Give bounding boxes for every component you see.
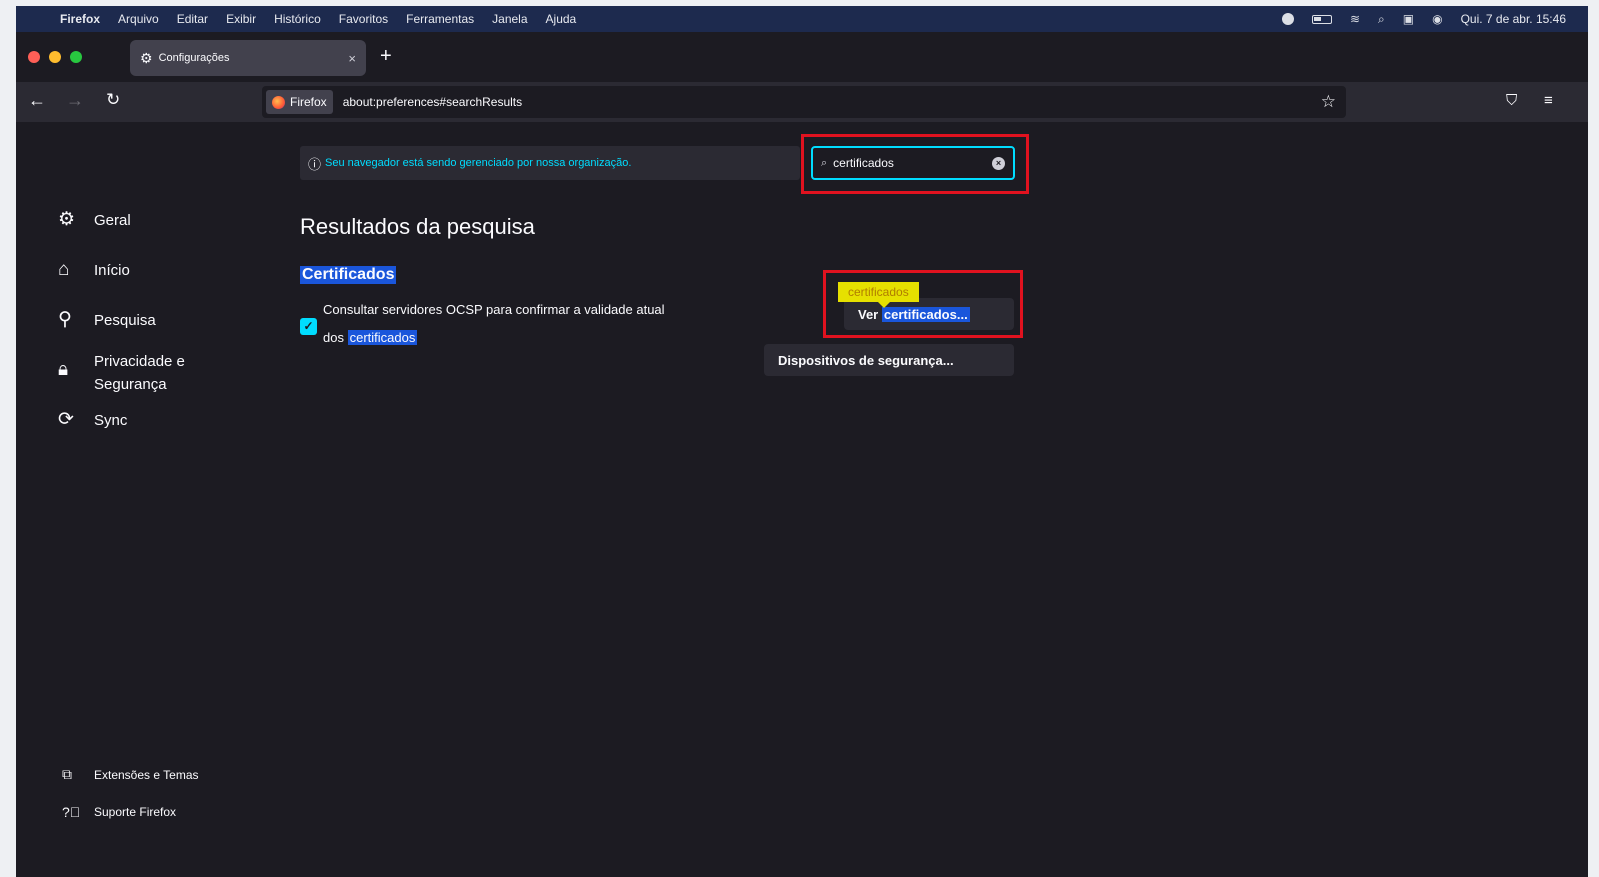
search-icon: ⚲: [58, 309, 72, 330]
sidebar-item-geral[interactable]: ⚙ Geral: [58, 210, 131, 232]
menubar-item-arquivo[interactable]: Arquivo: [118, 12, 159, 26]
page-title: Resultados da pesquisa: [300, 214, 535, 239]
gear-icon: ⚙: [58, 209, 76, 230]
sidebar-item-label: Sync: [94, 412, 128, 429]
wifi-icon[interactable]: ≋: [1350, 12, 1360, 26]
menubar-item-favoritos[interactable]: Favoritos: [339, 12, 388, 26]
menubar-item-exibir[interactable]: Exibir: [226, 12, 256, 26]
ocsp-label[interactable]: Consultar servidores OCSP para confirmar…: [323, 302, 665, 317]
sidebar-item-suporte[interactable]: ?⃝ Suporte Firefox: [62, 804, 176, 820]
screen: Firefox Arquivo Editar Exibir Histórico …: [16, 6, 1588, 877]
tab-strip: ⚙ Configurações × +: [16, 32, 1588, 82]
minimize-window-button[interactable]: [49, 51, 61, 63]
firefox-logo-icon: [272, 95, 285, 109]
battery-icon[interactable]: [1311, 14, 1332, 24]
forward-arrow-icon[interactable]: →: [66, 90, 84, 111]
display-icon[interactable]: ▣: [1403, 12, 1414, 26]
hamburger-menu-icon[interactable]: ≡: [1544, 92, 1553, 109]
sidebar-item-label: Geral: [94, 212, 131, 229]
sidebar-item-label: Privacidade e Segurança: [94, 353, 185, 393]
view-certificates-prefix: Ver: [858, 306, 879, 322]
search-match-tooltip: certificados: [838, 282, 919, 308]
info-icon: ⓘ: [308, 156, 322, 172]
url-text[interactable]: about:preferences#searchResults: [343, 95, 522, 109]
menubar-item-editar[interactable]: Editar: [177, 12, 208, 26]
clear-search-icon[interactable]: ×: [992, 156, 1005, 170]
macos-menubar: Firefox Arquivo Editar Exibir Histórico …: [16, 6, 1588, 32]
siri-icon[interactable]: ◉: [1432, 12, 1442, 26]
close-window-button[interactable]: [28, 51, 40, 63]
menubar-app-name[interactable]: Firefox: [60, 12, 100, 26]
sidebar-item-label: Início: [94, 262, 130, 279]
window-controls: [28, 51, 82, 63]
sidebar-item-inicio[interactable]: ⌂ Início: [58, 260, 130, 282]
sidebar-item-label: Suporte Firefox: [94, 805, 177, 819]
bookmark-star-icon[interactable]: ☆: [1321, 92, 1336, 112]
sidebar-item-pesquisa[interactable]: ⚲ Pesquisa: [58, 310, 156, 332]
view-certificates-button[interactable]: Ver certificados...: [844, 298, 1014, 330]
help-icon: ?⃝: [62, 804, 81, 820]
sidebar-item-label: Extensões e Temas: [94, 767, 199, 782]
ocsp-checkbox[interactable]: ✓: [300, 318, 317, 335]
sidebar-item-privacidade[interactable]: 🔒︎ Privacidade e Segurança: [58, 350, 214, 396]
menubar-item-janela[interactable]: Janela: [492, 12, 527, 26]
reload-icon[interactable]: ↻: [106, 90, 120, 110]
search-icon: ⌕: [821, 156, 828, 169]
lock-icon: 🔒︎: [58, 359, 69, 380]
sidebar-item-sync[interactable]: ⟳ Sync: [58, 410, 127, 432]
spotlight-search-icon[interactable]: ⌕: [1378, 12, 1385, 27]
sidebar-item-extensoes[interactable]: ⧉ Extensões e Temas: [62, 766, 199, 783]
menubar-item-ajuda[interactable]: Ajuda: [546, 12, 577, 26]
menubar-item-ferramentas[interactable]: Ferramentas: [406, 12, 474, 26]
identity-label: Firefox: [290, 95, 327, 109]
home-icon: ⌂: [58, 259, 70, 280]
puzzle-icon: ⧉: [62, 766, 72, 782]
search-highlight: certificados...: [881, 306, 970, 322]
tab-title: Configurações: [158, 52, 230, 64]
new-tab-button[interactable]: +: [380, 45, 392, 68]
url-bar[interactable]: Firefox about:preferences#searchResults …: [262, 86, 1346, 118]
gear-icon: ⚙: [140, 49, 153, 66]
identity-box[interactable]: Firefox: [266, 90, 333, 114]
back-arrow-icon[interactable]: ←: [28, 90, 46, 111]
sync-icon: ⟳: [58, 409, 74, 430]
menubar-clock[interactable]: Qui. 7 de abr. 15:46: [1461, 12, 1566, 26]
status-app-icon[interactable]: [1281, 13, 1294, 25]
managed-banner-text[interactable]: Seu navegador está sendo gerenciado por …: [325, 157, 631, 169]
preferences-search-input[interactable]: ⌕ certificados ×: [811, 146, 1015, 180]
ocsp-label-continued[interactable]: dos certificados: [323, 330, 418, 345]
managed-by-organization-banner[interactable]: ⓘ Seu navegador está sendo gerenciado po…: [300, 146, 800, 180]
search-value[interactable]: certificados: [833, 156, 894, 170]
sidebar-item-label: Pesquisa: [94, 312, 156, 329]
navigation-toolbar: ← → ↻ Firefox about:preferences#searchRe…: [16, 82, 1588, 122]
tab-configuracoes[interactable]: ⚙ Configurações ×: [130, 40, 366, 76]
ocsp-prefix: dos: [323, 330, 344, 345]
menubar-status-area: ≋ ⌕ ▣ ◉ Qui. 7 de abr. 15:46: [1281, 12, 1588, 27]
preferences-content: ⓘ Seu navegador está sendo gerenciado po…: [16, 122, 1588, 877]
zoom-window-button[interactable]: [70, 51, 82, 63]
close-tab-icon[interactable]: ×: [348, 51, 356, 66]
pocket-shield-icon[interactable]: ⛉: [1506, 92, 1517, 109]
search-highlight: certificados: [347, 330, 418, 345]
certificates-heading: Certificados: [300, 266, 397, 284]
menubar-item-historico[interactable]: Histórico: [274, 12, 321, 26]
security-devices-button[interactable]: Dispositivos de segurança...: [764, 344, 1014, 376]
